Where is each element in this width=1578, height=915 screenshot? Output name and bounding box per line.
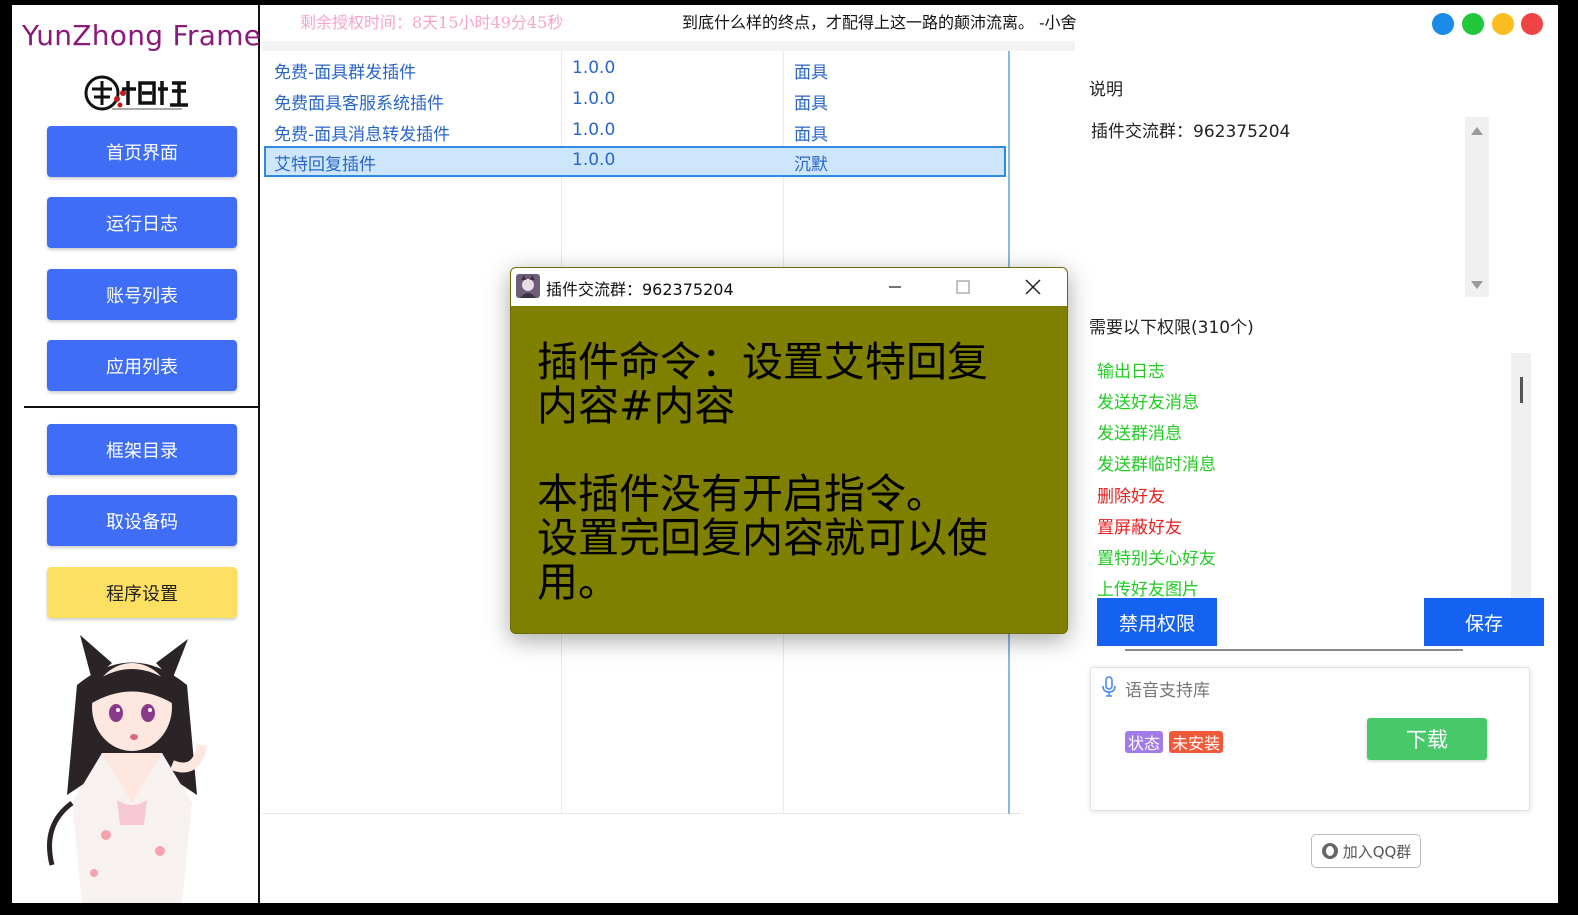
close-button[interactable]	[1008, 268, 1058, 306]
disable-permission-button[interactable]: 禁用权限	[1097, 598, 1217, 646]
microphone-icon	[1102, 676, 1116, 697]
table-row[interactable]: 免费-面具消息转发插件 1.0.0 面具	[264, 116, 1006, 147]
plugin-name: 免费-面具群发插件	[274, 63, 417, 83]
dialog-line: 插件命令：设置艾特回复	[537, 338, 988, 386]
sidebar-divider	[24, 406, 260, 408]
window-dot-yellow[interactable]	[1492, 13, 1514, 35]
header-bar: 剩余授权时间：8天15小时49分45秒 到底什么样的终点，才配得上这一路的颠沛流…	[262, 5, 1558, 41]
minimize-icon	[889, 286, 901, 288]
plugin-author: 面具	[794, 63, 828, 83]
list-item: 输出日志	[1097, 362, 1165, 382]
window-dot-blue[interactable]	[1432, 13, 1454, 35]
permissions-list: 输出日志 发送好友消息 发送群消息 发送群临时消息 删除好友 置屏蔽好友 置特别…	[1089, 353, 1531, 625]
brand-logo	[84, 75, 188, 111]
nav-accounts-button[interactable]: 账号列表	[47, 269, 237, 320]
app-icon	[516, 274, 540, 298]
nav-home-button[interactable]: 首页界面	[47, 126, 237, 177]
plugin-version: 1.0.0	[572, 58, 616, 78]
dialog-line: 本插件没有开启指令。	[537, 470, 947, 518]
join-qq-group-button[interactable]: 加入QQ群	[1311, 834, 1421, 868]
dialog-titlebar[interactable]: 插件交流群：962375204	[511, 268, 1067, 306]
status-badge: 未安装	[1169, 731, 1224, 753]
brand-title: YunZhong Frame	[22, 19, 262, 52]
list-item: 置特别关心好友	[1097, 549, 1216, 569]
window-dot-green[interactable]	[1462, 13, 1484, 35]
list-item: 置屏蔽好友	[1097, 518, 1182, 538]
table-row[interactable]: 免费面具客服系统插件 1.0.0 面具	[264, 85, 1006, 116]
dialog-line: 设置完回复内容就可以使	[537, 514, 988, 562]
maximize-icon	[956, 280, 970, 294]
list-item: 发送群消息	[1097, 424, 1182, 444]
motto-text: 到底什么样的终点，才配得上这一路的颠沛流离。 -小舍	[682, 13, 1077, 32]
voice-library-title: 语音支持库	[1125, 681, 1210, 701]
list-item: 上传好友图片	[1097, 580, 1199, 600]
list-item: 发送群临时消息	[1097, 455, 1216, 475]
divider	[1125, 649, 1463, 651]
plugin-name: 免费面具客服系统插件	[274, 94, 444, 114]
settings-button[interactable]: 程序设置	[47, 567, 237, 618]
sidebar: YunZhong Frame 首页界面 运行日志 账号列表 应用列表 框架目录 …	[12, 5, 262, 903]
window-dot-red[interactable]	[1521, 13, 1543, 35]
scroll-up-icon[interactable]	[1471, 127, 1483, 135]
minimize-button[interactable]	[870, 268, 920, 306]
nav-apps-button[interactable]: 应用列表	[47, 340, 237, 391]
download-button[interactable]: 下载	[1367, 718, 1487, 760]
description-box: 插件交流群：962375204	[1089, 107, 1489, 297]
device-code-button[interactable]: 取设备码	[47, 495, 237, 546]
dialog-message: 插件命令：设置艾特回复 内容#内容 本插件没有开启指令。 设置完回复内容就可以使…	[537, 340, 1042, 604]
dialog-title: 插件交流群：962375204	[546, 280, 734, 299]
list-item: 删除好友	[1097, 487, 1165, 507]
dialog-line: 用。	[537, 558, 619, 606]
catgirl-illustration	[47, 635, 207, 903]
description-label: 说明	[1089, 80, 1123, 100]
plugin-name: 艾特回复插件	[274, 155, 376, 175]
plugin-version: 1.0.0	[572, 120, 616, 140]
license-remaining-text: 剩余授权时间：8天15小时49分45秒	[300, 13, 564, 32]
qq-icon	[1321, 843, 1338, 859]
plugin-version: 1.0.0	[572, 89, 616, 109]
plugin-name: 免费-面具消息转发插件	[274, 125, 451, 145]
voice-library-card: 语音支持库 状态 未安装 下载	[1090, 667, 1530, 811]
plugin-author: 沉默	[794, 155, 828, 175]
status-label-badge: 状态	[1125, 731, 1164, 753]
close-icon	[1025, 279, 1041, 295]
framework-dir-button[interactable]: 框架目录	[47, 424, 237, 475]
plugin-author: 面具	[794, 94, 828, 114]
plugin-version: 1.0.0	[572, 150, 616, 170]
permissions-label: 需要以下权限(310个)	[1089, 318, 1254, 338]
scrollbar-thumb[interactable]	[1520, 377, 1523, 403]
description-scrollbar[interactable]	[1465, 117, 1489, 297]
dialog-line: 内容#内容	[537, 382, 736, 430]
plugin-author: 面具	[794, 125, 828, 145]
permissions-scrollbar[interactable]	[1511, 353, 1531, 625]
nav-log-button[interactable]: 运行日志	[47, 197, 237, 248]
join-qq-group-label: 加入QQ群	[1342, 842, 1412, 861]
table-row[interactable]: 免费-面具群发插件 1.0.0 面具	[264, 54, 1006, 85]
plugin-detail-panel: 说明 插件交流群：962375204 需要以下权限(310个) 输出日志 发送好…	[1085, 41, 1558, 903]
table-row-selected[interactable]: 艾特回复插件 1.0.0 沉默	[264, 146, 1006, 177]
save-button[interactable]: 保存	[1424, 598, 1544, 646]
list-item: 发送好友消息	[1097, 393, 1199, 413]
plugin-info-dialog: 插件交流群：962375204 插件命令：设置艾特回复 内容#内容 本插件没有开…	[510, 267, 1068, 634]
scroll-down-icon[interactable]	[1471, 281, 1483, 289]
description-text: 插件交流群：962375204	[1091, 122, 1291, 142]
maximize-button[interactable]	[938, 268, 988, 306]
